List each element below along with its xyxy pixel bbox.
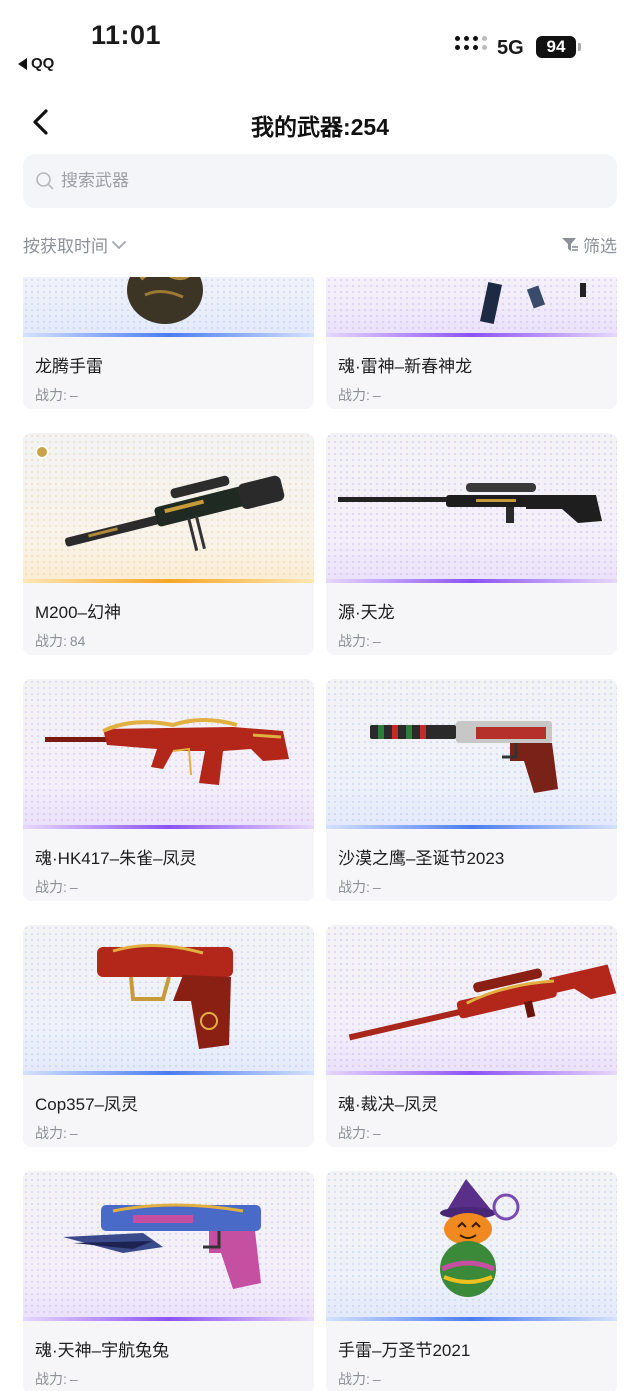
filter-button[interactable]: 筛选: [561, 232, 617, 257]
weapon-name: 魂·HK417–朱雀–凤灵: [35, 849, 197, 868]
pistol-icon: [63, 1203, 261, 1289]
filter-icon: [562, 237, 578, 251]
rarity-bar: [326, 1071, 617, 1075]
weapon-power: 战力: –: [338, 387, 381, 403]
sniper-rifle-icon: [64, 475, 285, 552]
dragon-grenade-icon: [127, 277, 203, 324]
rarity-bar: [326, 1317, 617, 1321]
weapon-name: 龙腾手雷: [35, 357, 103, 376]
back-triangle-icon: [18, 57, 27, 70]
nav-header: 我的武器:254: [0, 95, 640, 151]
rifle-icon: [479, 281, 586, 325]
battery-icon: 94: [536, 36, 581, 58]
status-time: 11:01: [91, 20, 162, 50]
weapon-name: Cop357–凤灵: [35, 1095, 139, 1114]
search-bar[interactable]: [23, 154, 617, 208]
chevron-down-icon: [112, 240, 126, 249]
weapon-power: 战力: –: [338, 633, 381, 649]
weapon-power: 战力: –: [35, 1125, 78, 1141]
sniper-rifle-icon: [348, 964, 617, 1041]
rarity-bar: [23, 1071, 314, 1075]
pistol-icon: [97, 944, 233, 1049]
assault-rifle-icon: [45, 718, 289, 785]
weapon-power: 战力: –: [338, 1371, 381, 1387]
weapon-card[interactable]: 魂·雷神–新春神龙 战力: –: [326, 277, 617, 409]
pistol-icon: [370, 721, 558, 793]
weapon-name: 魂·天神–宇航兔兔: [35, 1341, 170, 1360]
weapon-card[interactable]: 沙漠之鹰–圣诞节2023 战力: –: [326, 679, 617, 901]
weapon-power: 战力: –: [35, 387, 78, 403]
weapon-card[interactable]: 魂·裁决–凤灵 战力: –: [326, 925, 617, 1147]
signal-icon: [455, 36, 488, 51]
weapon-power: 战力: –: [338, 1125, 381, 1141]
rarity-bar: [326, 333, 617, 337]
rarity-bar: [23, 333, 314, 337]
weapon-name: 沙漠之鹰–圣诞节2023: [338, 849, 505, 868]
battery-level: 94: [546, 37, 566, 56]
weapon-name: 魂·裁决–凤灵: [338, 1095, 439, 1114]
weapon-name: M200–幻神: [35, 603, 121, 622]
weapon-power: 战力: –: [35, 1371, 78, 1387]
weapon-power: 战力: –: [35, 879, 78, 895]
weapon-power: 战力: 84: [35, 633, 86, 649]
weapon-card[interactable]: 手雷–万圣节2021 战力: –: [326, 1171, 617, 1391]
rarity-bar: [23, 579, 314, 583]
rarity-bar: [23, 1317, 314, 1321]
search-icon: [36, 172, 54, 190]
weapon-card[interactable]: 魂·HK417–朱雀–凤灵 战力: –: [23, 679, 314, 901]
weapon-card[interactable]: Cop357–凤灵 战力: –: [23, 925, 314, 1147]
rarity-bar: [326, 825, 617, 829]
weapon-name: 源·天龙: [338, 603, 395, 622]
back-app-label: QQ: [31, 55, 55, 72]
status-bar: 11:01 QQ 5G 94: [0, 0, 640, 80]
page-title: 我的武器:254: [250, 114, 390, 140]
sniper-rifle-icon: [338, 483, 602, 523]
weapon-name: 魂·雷神–新春神龙: [338, 357, 473, 376]
weapon-card[interactable]: 龙腾手雷 战力: –: [23, 277, 314, 409]
pumpkin-grenade-icon: [440, 1179, 520, 1297]
sort-dropdown[interactable]: 按获取时间: [23, 232, 127, 257]
network-type: 5G: [497, 37, 524, 59]
weapon-power: 战力: –: [338, 879, 381, 895]
sort-label: 按获取时间: [23, 237, 108, 256]
weapon-grid: 龙腾手雷 战力: – 魂·雷神–新春神龙 战力: – M200–幻神 战力: 8…: [23, 277, 617, 1391]
back-to-app-button[interactable]: QQ: [18, 55, 54, 72]
weapon-card[interactable]: 魂·天神–宇航兔兔 战力: –: [23, 1171, 314, 1391]
weapon-card[interactable]: M200–幻神 战力: 84: [23, 433, 314, 655]
weapon-card[interactable]: 源·天龙 战力: –: [326, 433, 617, 655]
weapon-name: 手雷–万圣节2021: [338, 1341, 471, 1360]
filter-label: 筛选: [583, 237, 617, 256]
list-toolbar: 按获取时间 筛选: [23, 230, 617, 260]
rarity-bar: [326, 579, 617, 583]
search-input[interactable]: [59, 170, 563, 192]
rarity-bar: [23, 825, 314, 829]
